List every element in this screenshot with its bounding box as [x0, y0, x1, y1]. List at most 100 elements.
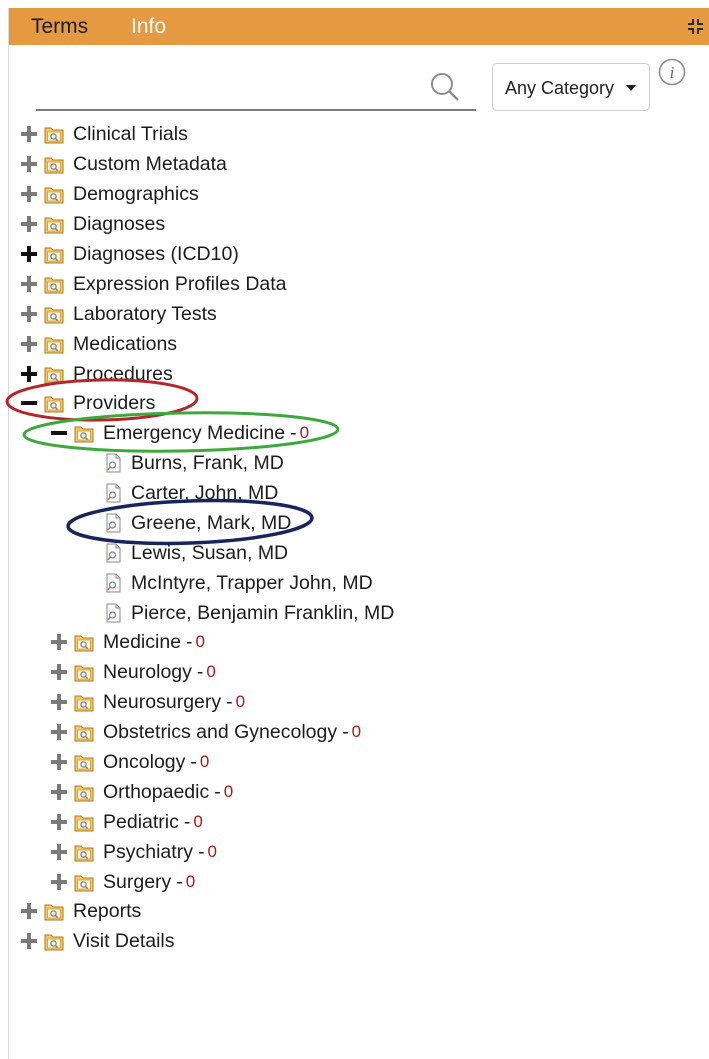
tree-item-department[interactable]: Surgery - 0: [50, 869, 195, 895]
folder-icon: [74, 423, 94, 443]
tree-item-label: Burns, Frank, MD: [131, 451, 284, 474]
expand-icon[interactable]: [50, 663, 68, 681]
tree-item-department[interactable]: Neurology - 0: [50, 659, 216, 685]
tree-item-department[interactable]: Psychiatry - 0: [50, 839, 217, 865]
tree-leaf-doctor[interactable]: Pierce, Benjamin Franklin, MD: [105, 600, 394, 626]
tree-leaf-doctor[interactable]: Greene, Mark, MD: [105, 510, 291, 536]
count-separator: -: [176, 870, 183, 893]
tree-item-laboratory-tests[interactable]: Laboratory Tests: [20, 301, 217, 327]
tree-item-custom-metadata[interactable]: Custom Metadata: [20, 151, 227, 177]
expand-icon[interactable]: [50, 873, 68, 891]
count-separator: -: [190, 750, 197, 773]
count-badge: 0: [206, 662, 216, 681]
tree-item-diagnoses[interactable]: Diagnoses: [20, 211, 165, 237]
count-badge: 0: [199, 752, 210, 771]
tree-item-providers[interactable]: Providers: [20, 390, 155, 416]
tree-item-reports[interactable]: Reports: [20, 898, 141, 924]
expand-icon[interactable]: [50, 633, 68, 651]
tree-leaf-doctor[interactable]: McIntyre, Trapper John, MD: [105, 570, 373, 596]
count-badge: 0: [207, 842, 217, 861]
tree-item-label: Procedures: [73, 362, 173, 385]
tree-item-department[interactable]: Neurosurgery - 0: [50, 689, 245, 715]
tree-item-clinical-trials[interactable]: Clinical Trials: [20, 121, 188, 147]
document-icon: [105, 453, 122, 473]
folder-icon: [74, 632, 94, 652]
folder-icon: [74, 722, 94, 742]
expand-icon[interactable]: [20, 305, 38, 323]
expand-icon[interactable]: [50, 693, 68, 711]
expand-icon[interactable]: [20, 155, 38, 173]
expand-icon[interactable]: [20, 902, 38, 920]
expand-icon[interactable]: [20, 335, 38, 353]
count-badge: 0: [195, 632, 206, 651]
tree-item-label: Reports: [73, 899, 142, 922]
folder-icon: [44, 154, 64, 174]
expand-icon[interactable]: [20, 275, 38, 293]
tree-item-label: Neurology: [103, 660, 192, 683]
tree-item-expression-profiles[interactable]: Expression Profiles Data: [20, 271, 287, 297]
tree-item-label: Pierce, Benjamin Franklin, MD: [131, 601, 395, 624]
document-icon: [105, 603, 122, 623]
tree-item-medications[interactable]: Medications: [20, 331, 177, 357]
tree-item-department[interactable]: Obstetrics and Gynecology - 0: [50, 719, 361, 745]
expand-icon[interactable]: [50, 783, 68, 801]
collapse-toggle-icon[interactable]: [50, 424, 68, 442]
tree-item-department[interactable]: Oncology - 0: [50, 749, 209, 775]
tree-item-label: Visit Details: [73, 929, 175, 952]
tree-item-label: Surgery: [103, 870, 172, 893]
folder-icon: [44, 214, 64, 234]
count-badge: 0: [193, 812, 203, 831]
expand-icon[interactable]: [20, 365, 38, 383]
folder-icon: [74, 782, 94, 802]
expand-icon[interactable]: [20, 245, 38, 263]
tree-item-label: Oncology: [103, 750, 186, 773]
count-separator: -: [183, 810, 191, 833]
tree-item-label: Emergency Medicine: [103, 421, 286, 444]
folder-icon: [44, 244, 64, 264]
tree-item-procedures[interactable]: Procedures: [20, 361, 173, 387]
tree-item-label: Clinical Trials: [73, 122, 188, 145]
tree-item-label: Carter, John, MD: [131, 481, 279, 504]
folder-icon: [44, 334, 64, 354]
tree-leaf-doctor[interactable]: Carter, John, MD: [105, 480, 278, 506]
folder-icon: [44, 304, 64, 324]
collapse-toggle-icon[interactable]: [20, 394, 38, 412]
expand-icon[interactable]: [20, 215, 38, 233]
tree-item-visit-details[interactable]: Visit Details: [20, 928, 175, 954]
tree-item-diagnoses-icd10[interactable]: Diagnoses (ICD10): [20, 241, 239, 267]
folder-icon: [74, 692, 94, 712]
folder-icon: [44, 393, 64, 413]
tree-item-emergency-medicine[interactable]: Emergency Medicine - 0: [50, 420, 309, 446]
tree-item-label: Providers: [73, 391, 156, 414]
expand-icon[interactable]: [50, 843, 68, 861]
tree-item-label: Obstetrics and Gynecology: [103, 720, 338, 743]
count-separator: -: [197, 840, 205, 863]
tree-leaf-doctor[interactable]: Burns, Frank, MD: [105, 450, 284, 476]
tree-item-label: Pediatric: [103, 810, 179, 833]
count-separator: -: [196, 660, 204, 683]
count-badge: 0: [185, 872, 196, 891]
tree-item-department[interactable]: Medicine - 0: [50, 629, 205, 655]
folder-icon: [44, 184, 64, 204]
expand-icon[interactable]: [20, 125, 38, 143]
folder-icon: [44, 124, 64, 144]
tree-item-label: Diagnoses (ICD10): [73, 242, 239, 265]
count-badge: 0: [235, 692, 246, 711]
term-tree: Clinical Trials Custom Metadata Demograp…: [0, 0, 709, 1059]
tree-item-label: Greene, Mark, MD: [131, 511, 292, 534]
folder-icon: [44, 901, 64, 921]
folder-icon: [74, 872, 94, 892]
tree-item-department[interactable]: Pediatric - 0: [50, 809, 203, 835]
expand-icon[interactable]: [50, 813, 68, 831]
count-separator: -: [226, 690, 233, 713]
expand-icon[interactable]: [50, 723, 68, 741]
tree-leaf-doctor[interactable]: Lewis, Susan, MD: [105, 540, 288, 566]
expand-icon[interactable]: [50, 753, 68, 771]
count-separator: -: [214, 780, 221, 803]
folder-icon: [74, 812, 94, 832]
tree-item-demographics[interactable]: Demographics: [20, 181, 199, 207]
expand-icon[interactable]: [20, 932, 38, 950]
expand-icon[interactable]: [20, 185, 38, 203]
tree-item-department[interactable]: Orthopaedic - 0: [50, 779, 233, 805]
count-badge: 0: [223, 782, 234, 801]
